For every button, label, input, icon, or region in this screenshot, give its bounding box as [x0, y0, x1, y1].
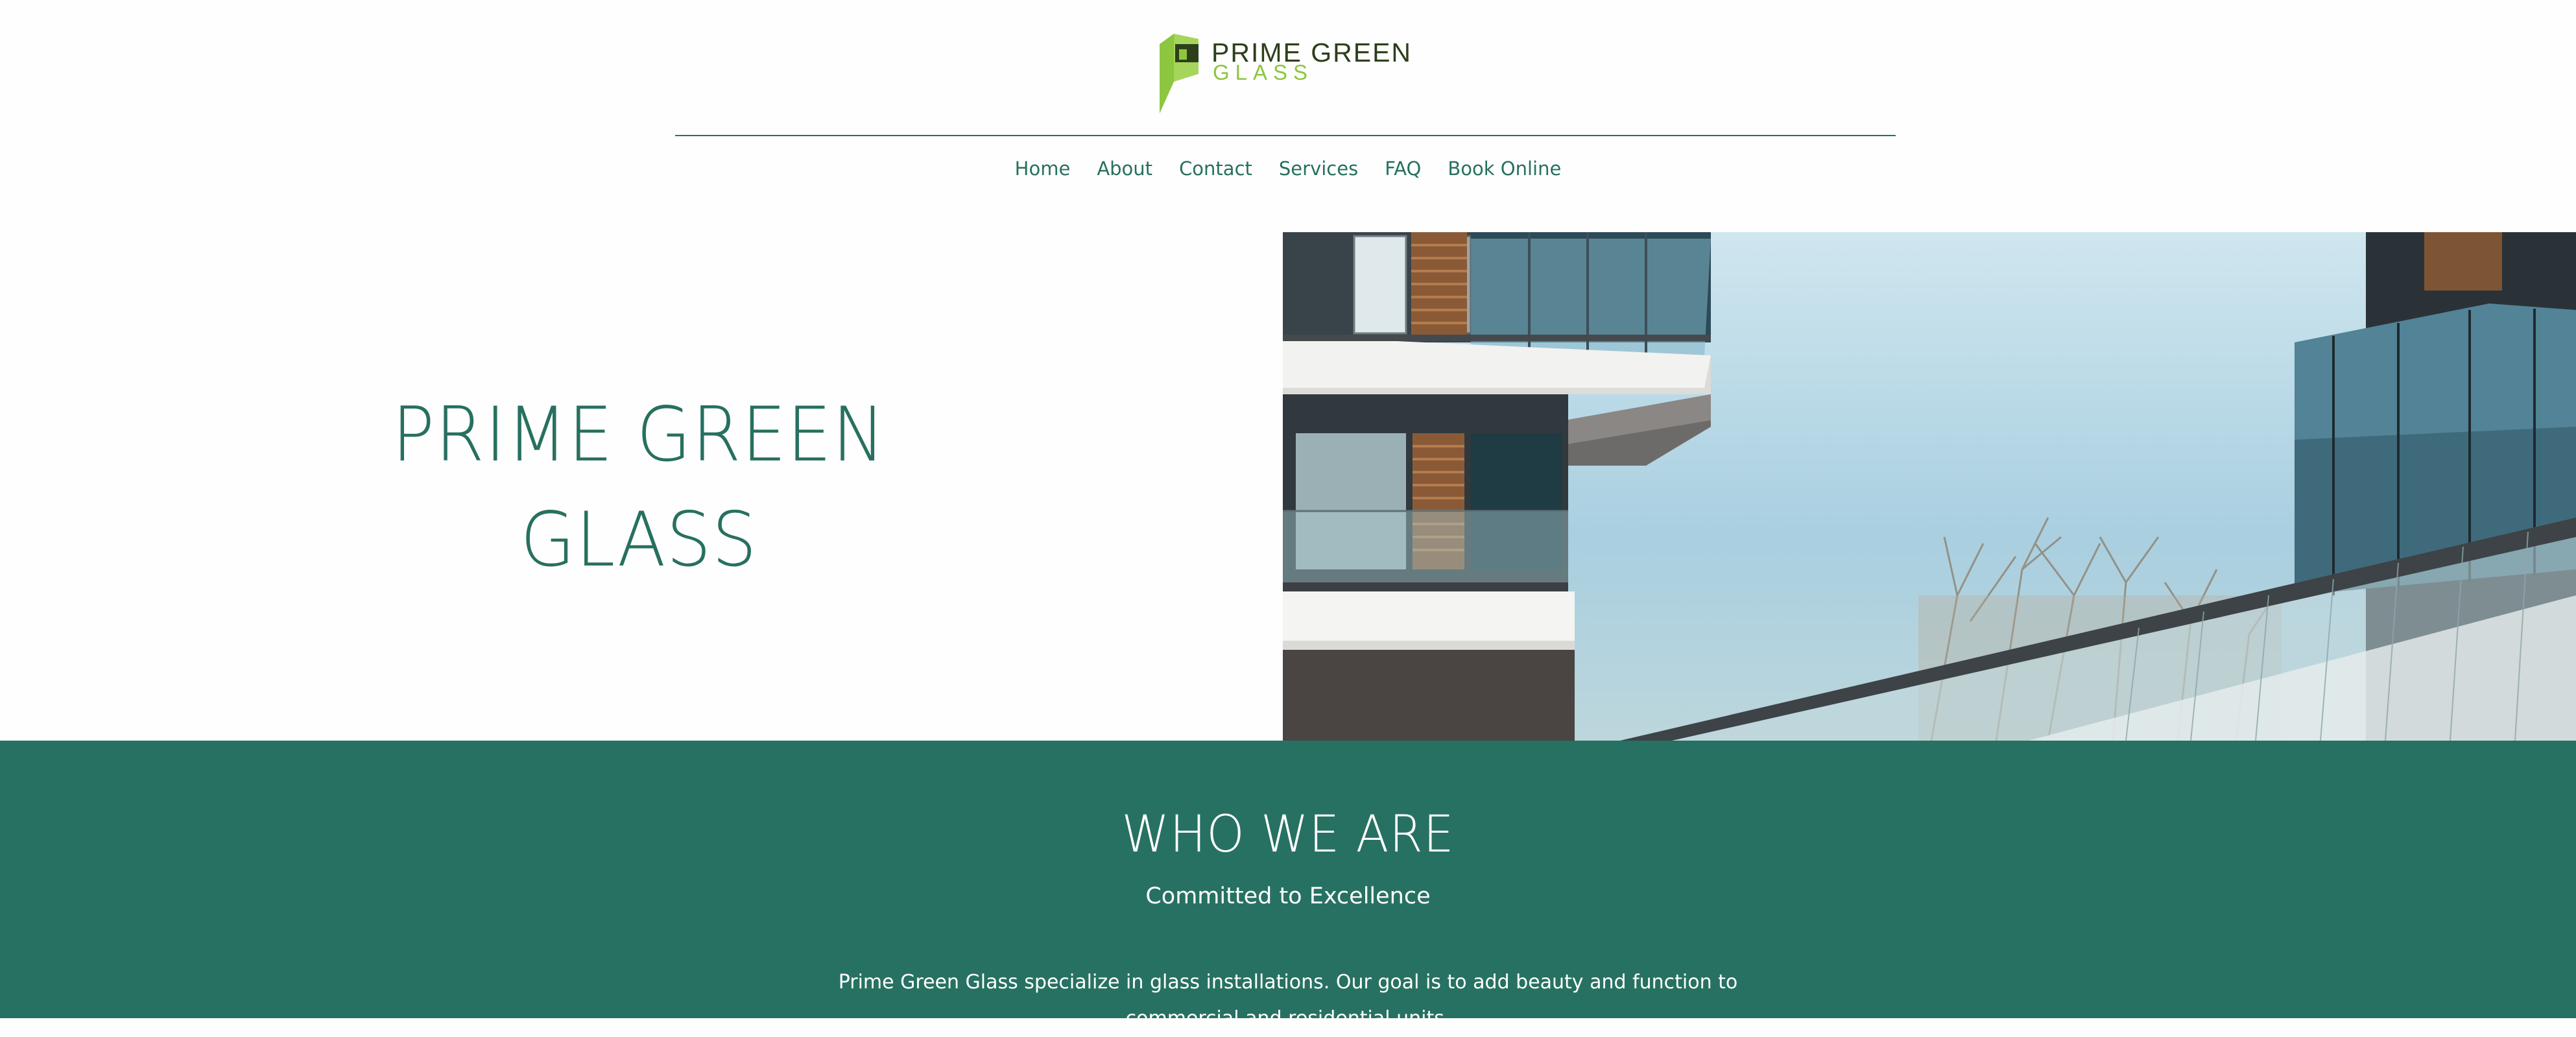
logo-text-secondary: GLASS: [1213, 60, 1314, 84]
main-nav: Home About Contact Services FAQ Book Onl…: [0, 158, 2576, 180]
header-divider: [675, 135, 1896, 136]
nav-contact[interactable]: Contact: [1179, 158, 1252, 180]
who-we-are-section: WHO WE ARE Committed to Excellence Prime…: [0, 741, 2576, 1030]
nav-home[interactable]: Home: [1015, 158, 1071, 180]
nav-faq[interactable]: FAQ: [1385, 158, 1421, 180]
hero-building-image: [1283, 232, 2576, 741]
building-illustration: [1283, 232, 2576, 741]
section-body: Prime Green Glass specialize in glass in…: [838, 971, 1738, 1030]
logo-mark-icon: [1160, 34, 1199, 113]
site-logo[interactable]: PRIME GREEN GLASS: [1160, 32, 1413, 113]
nav-book-online[interactable]: Book Online: [1448, 158, 1561, 180]
nav-services[interactable]: Services: [1279, 158, 1358, 180]
nav-about[interactable]: About: [1097, 158, 1152, 180]
hero-title: PRIME GREEN GLASS: [355, 383, 922, 593]
hero-title-line1: PRIME GREEN: [392, 391, 886, 479]
hero-title-line2: GLASS: [520, 496, 757, 584]
section-title: WHO WE ARE: [1121, 805, 1455, 864]
section-subtitle: Committed to Excellence: [1145, 883, 1431, 909]
